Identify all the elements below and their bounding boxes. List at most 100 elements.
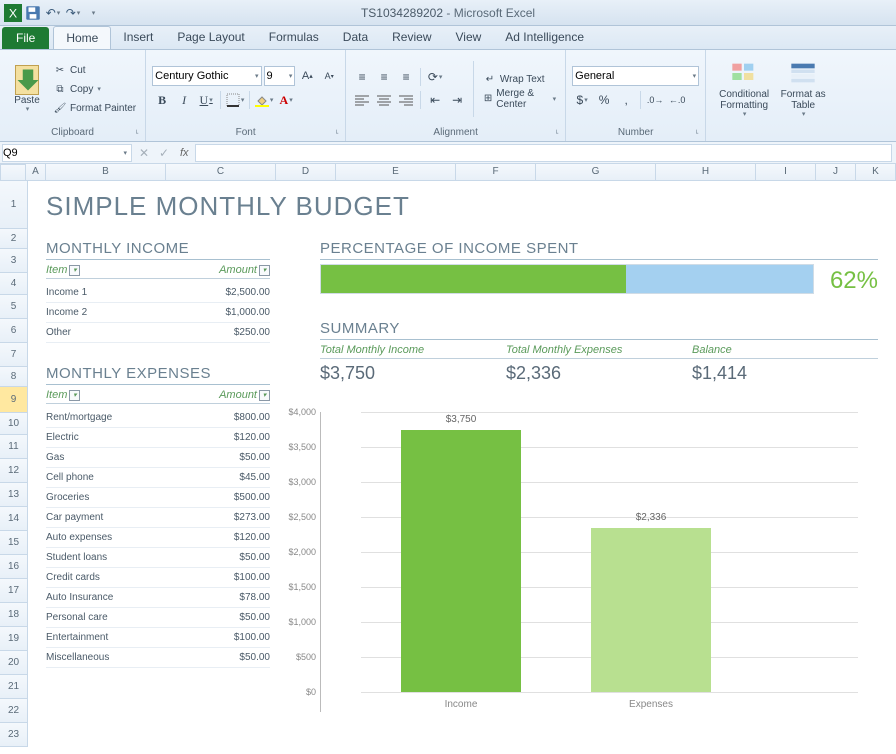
row-header[interactable]: 11 — [0, 435, 28, 459]
col-header[interactable]: K — [856, 164, 896, 181]
undo-icon[interactable]: ↶▾ — [44, 4, 62, 22]
col-header[interactable]: G — [536, 164, 656, 181]
fx-icon[interactable]: fx — [180, 147, 189, 159]
col-header[interactable]: B — [46, 164, 166, 181]
table-row[interactable]: Rent/mortgage$800.00 — [46, 408, 270, 428]
row-header[interactable]: 17 — [0, 579, 28, 603]
row-header[interactable]: 10 — [0, 413, 28, 435]
table-row[interactable]: Credit cards$100.00 — [46, 568, 270, 588]
cancel-formula-icon[interactable]: ✕ — [134, 143, 154, 163]
row-header[interactable]: 9 — [0, 387, 28, 413]
tab-home[interactable]: Home — [53, 26, 111, 49]
cut-button[interactable]: ✂Cut — [50, 61, 139, 79]
underline-button[interactable]: U▾ — [196, 90, 216, 110]
table-row[interactable]: Income 1$2,500.00 — [46, 283, 270, 303]
col-header[interactable]: A — [26, 164, 46, 181]
row-header[interactable]: 3 — [0, 249, 28, 273]
table-row[interactable]: Cell phone$45.00 — [46, 468, 270, 488]
align-right-button[interactable] — [396, 90, 416, 110]
decrease-decimal-button[interactable]: ←.0 — [667, 90, 687, 110]
row-header[interactable]: 18 — [0, 603, 28, 627]
align-middle-button[interactable]: ≡ — [374, 67, 394, 87]
increase-decimal-button[interactable]: .0→ — [645, 90, 665, 110]
table-row[interactable]: Student loans$50.00 — [46, 548, 270, 568]
row-header[interactable]: 19 — [0, 627, 28, 651]
number-format-select[interactable]: General▾ — [572, 66, 699, 86]
formula-input[interactable] — [195, 144, 892, 162]
copy-button[interactable]: ⧉Copy▾ — [50, 80, 139, 98]
row-header[interactable]: 14 — [0, 507, 28, 531]
decrease-indent-button[interactable]: ⇤ — [425, 90, 445, 110]
tab-data[interactable]: Data — [331, 26, 380, 49]
row-header[interactable]: 23 — [0, 723, 28, 747]
table-row[interactable]: Income 2$1,000.00 — [46, 303, 270, 323]
tab-page-layout[interactable]: Page Layout — [165, 26, 256, 49]
table-row[interactable]: Entertainment$100.00 — [46, 628, 270, 648]
paste-button[interactable]: Paste▾ — [6, 56, 48, 122]
italic-button[interactable]: I — [174, 90, 194, 110]
fill-color-button[interactable]: ▾ — [254, 90, 274, 110]
align-top-button[interactable]: ≡ — [352, 67, 372, 87]
col-header[interactable]: F — [456, 164, 536, 181]
font-size-select[interactable]: 9▾ — [264, 66, 296, 86]
select-all-corner[interactable] — [0, 164, 26, 181]
tab-review[interactable]: Review — [380, 26, 443, 49]
row-header[interactable]: 8 — [0, 367, 28, 387]
col-header[interactable]: D — [276, 164, 336, 181]
tab-ad-intelligence[interactable]: Ad Intelligence — [493, 26, 596, 49]
align-center-button[interactable] — [374, 90, 394, 110]
col-header[interactable]: J — [816, 164, 856, 181]
enter-formula-icon[interactable]: ✓ — [154, 143, 174, 163]
row-header[interactable]: 21 — [0, 675, 28, 699]
qat-customize-icon[interactable]: ▾ — [84, 4, 102, 22]
row-header[interactable]: 15 — [0, 531, 28, 555]
row-header[interactable]: 7 — [0, 343, 28, 367]
row-header[interactable]: 22 — [0, 699, 28, 723]
grow-font-button[interactable]: A▴ — [297, 66, 317, 86]
row-header[interactable]: 13 — [0, 483, 28, 507]
col-header[interactable]: I — [756, 164, 816, 181]
col-header[interactable]: E — [336, 164, 456, 181]
comma-button[interactable]: , — [616, 90, 636, 110]
table-row[interactable]: Personal care$50.00 — [46, 608, 270, 628]
name-box[interactable]: Q9▾ — [2, 144, 132, 162]
tab-view[interactable]: View — [444, 26, 494, 49]
align-bottom-button[interactable]: ≡ — [396, 67, 416, 87]
format-painter-button[interactable]: 🖌Format Painter — [50, 99, 139, 117]
bold-button[interactable]: B — [152, 90, 172, 110]
excel-app-icon[interactable]: X — [4, 4, 22, 22]
table-row[interactable]: Car payment$273.00 — [46, 508, 270, 528]
table-row[interactable]: Groceries$500.00 — [46, 488, 270, 508]
filter-icon[interactable]: ▾ — [259, 265, 270, 276]
save-icon[interactable] — [24, 4, 42, 22]
table-row[interactable]: Electric$120.00 — [46, 428, 270, 448]
row-header[interactable]: 20 — [0, 651, 28, 675]
row-header[interactable]: 5 — [0, 295, 28, 319]
percent-button[interactable]: % — [594, 90, 614, 110]
file-tab[interactable]: File — [2, 27, 49, 49]
align-left-button[interactable] — [352, 90, 372, 110]
redo-icon[interactable]: ↷▾ — [64, 4, 82, 22]
table-row[interactable]: Auto Insurance$78.00 — [46, 588, 270, 608]
currency-button[interactable]: $▾ — [572, 90, 592, 110]
col-header[interactable]: H — [656, 164, 756, 181]
table-row[interactable]: Gas$50.00 — [46, 448, 270, 468]
increase-indent-button[interactable]: ⇥ — [447, 90, 467, 110]
border-button[interactable]: ▾ — [225, 90, 245, 110]
row-header[interactable]: 1 — [0, 181, 28, 229]
row-header[interactable]: 6 — [0, 319, 28, 343]
filter-icon[interactable]: ▾ — [69, 265, 80, 276]
wrap-text-button[interactable]: ↵Wrap Text — [480, 71, 559, 89]
tab-insert[interactable]: Insert — [111, 26, 165, 49]
table-row[interactable]: Auto expenses$120.00 — [46, 528, 270, 548]
row-header[interactable]: 16 — [0, 555, 28, 579]
col-header[interactable]: C — [166, 164, 276, 181]
conditional-formatting-button[interactable]: Conditional Formatting▾ — [712, 56, 776, 122]
format-as-table-button[interactable]: Format as Table▾ — [778, 56, 828, 122]
merge-center-button[interactable]: ⊞Merge & Center▾ — [480, 90, 559, 108]
row-header[interactable]: 12 — [0, 459, 28, 483]
row-header[interactable]: 4 — [0, 273, 28, 295]
font-color-button[interactable]: A▾ — [276, 90, 296, 110]
font-name-select[interactable]: Century Gothic▾ — [152, 66, 261, 86]
table-row[interactable]: Other$250.00 — [46, 323, 270, 343]
